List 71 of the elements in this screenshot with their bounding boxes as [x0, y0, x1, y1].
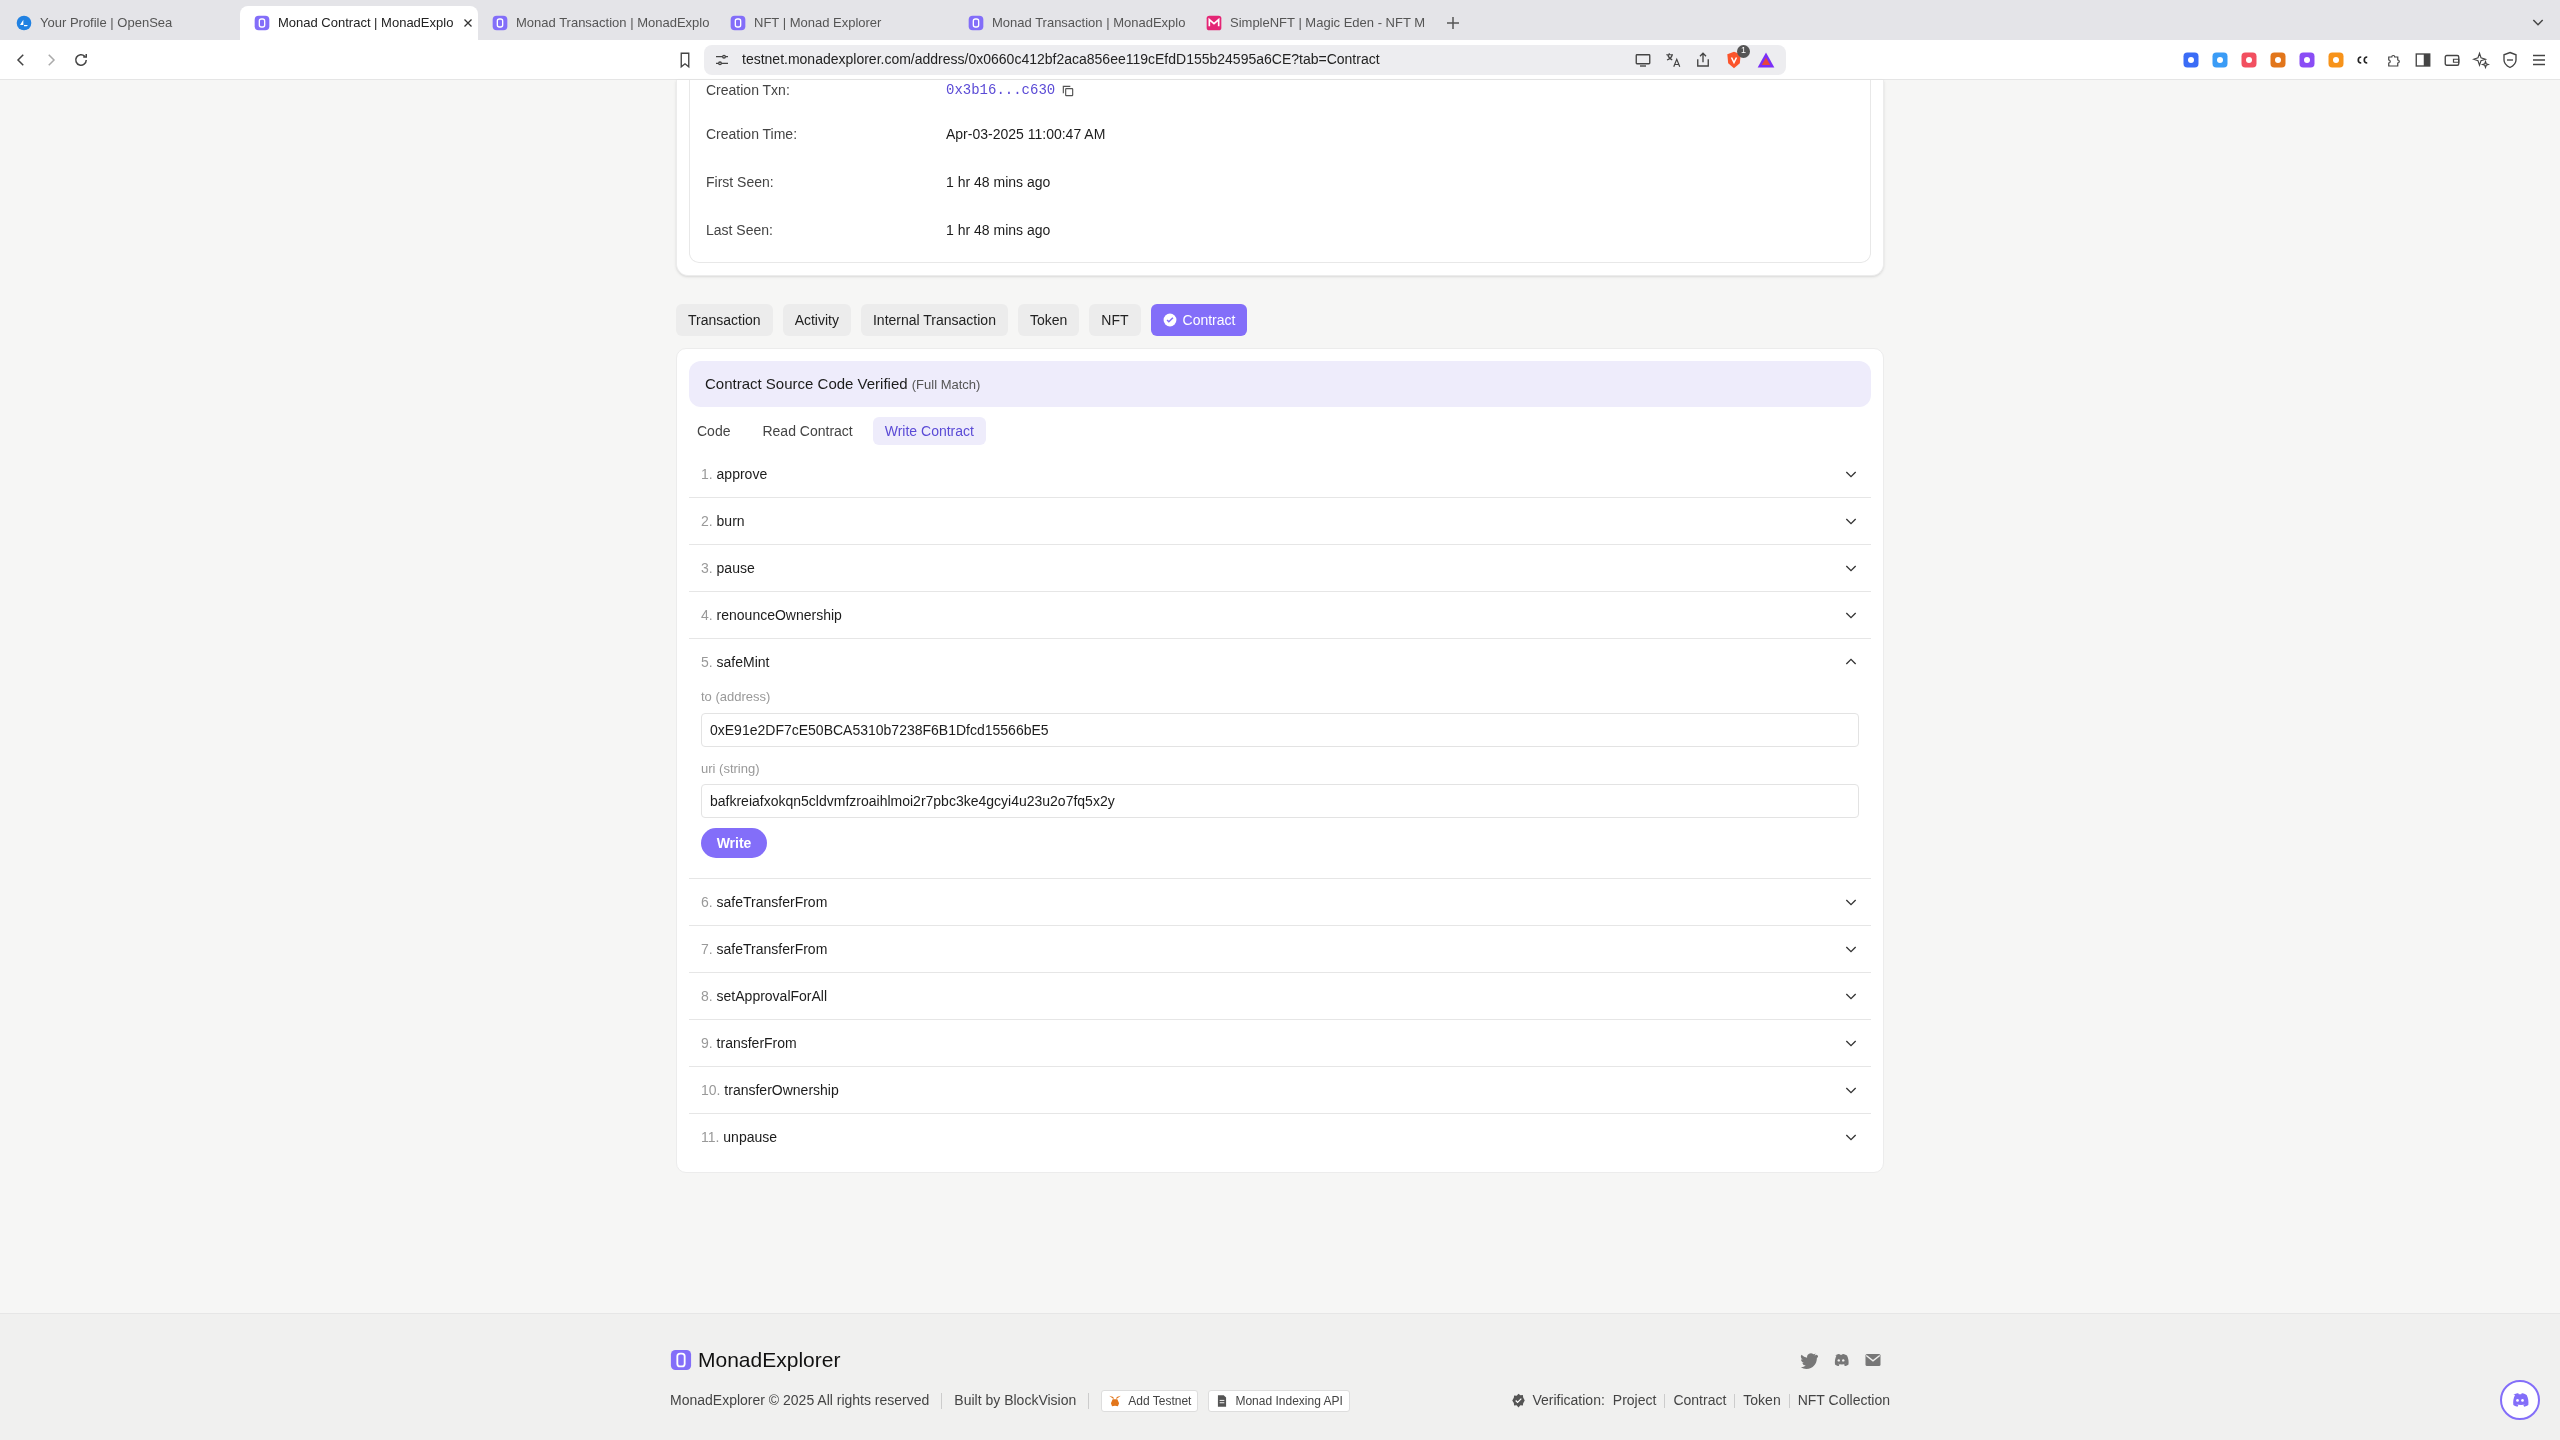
contract-subtab[interactable]: Write Contract: [872, 417, 986, 445]
vpn-shield-icon[interactable]: [2501, 50, 2519, 69]
input-label: uri (string): [701, 759, 761, 778]
input-field[interactable]: 0xE91e2DF7cE50BCA5310b7238F6B1Dfcd15566bE5: [701, 712, 1859, 747]
shield-count-badge: 1: [1737, 44, 1750, 58]
copy-icon[interactable]: [1061, 83, 1076, 98]
detail-label: Creation Time:: [706, 124, 799, 144]
share-icon[interactable]: [1694, 50, 1712, 69]
sidebar-icon[interactable]: [2414, 50, 2432, 69]
new-tab-icon[interactable]: [1444, 14, 1462, 32]
function-row[interactable]: 9. transferFrom: [689, 1020, 1871, 1066]
tab-favicon-icon: [968, 15, 984, 31]
page-tab[interactable]: Internal Transaction: [860, 304, 1008, 336]
function-row[interactable]: 6. safeTransferFrom: [689, 879, 1871, 925]
tab-favicon-icon: [16, 15, 32, 31]
verification-link[interactable]: Contract: [1673, 1390, 1727, 1411]
verification-link[interactable]: Project: [1612, 1390, 1657, 1411]
function-row[interactable]: 4. renounceOwnership: [689, 592, 1871, 638]
function-row[interactable]: 8. setApprovalForAll: [689, 973, 1871, 1019]
function-row[interactable]: 7. safeTransferFrom: [689, 926, 1871, 972]
indexing-api-button[interactable]: Monad Indexing API: [1208, 1389, 1350, 1412]
function-row[interactable]: 11. unpause: [689, 1114, 1871, 1160]
detail-label: Creation Txn:: [706, 81, 791, 100]
copyright-text: MonadExplorer © 2025 All rights reserved: [670, 1391, 930, 1410]
verified-title: Contract Source Code Verified (Full Match): [705, 373, 981, 394]
page-tab[interactable]: NFT: [1089, 304, 1141, 336]
check-circle-icon: [1162, 313, 1177, 327]
function-row[interactable]: 2. burn: [689, 498, 1871, 544]
function-row[interactable]: 1. approve: [689, 451, 1871, 497]
page-tab[interactable]: Transaction: [676, 304, 773, 336]
discord-icon: [2510, 1390, 2530, 1410]
browser-tab[interactable]: Your Profile | OpenSea: [2, 6, 240, 40]
browser-tab[interactable]: NFT | Monad Explorer: [716, 6, 954, 40]
browser-tab[interactable]: Monad Contract | MonadExplo: [240, 6, 478, 40]
browser-tab[interactable]: SimpleNFT | Magic Eden - NFT M: [1192, 6, 1430, 40]
chat-button[interactable]: [2500, 1380, 2540, 1420]
built-by-text: Built by BlockVision: [954, 1391, 1077, 1410]
detail-value: 1 hr 48 mins ago: [946, 172, 1051, 192]
page-tab[interactable]: Activity: [782, 304, 851, 336]
page-tab[interactable]: Token: [1017, 304, 1080, 336]
detail-value: Apr-03-2025 11:00:47 AM: [946, 124, 1106, 144]
add-testnet-button[interactable]: Add Testnet: [1101, 1389, 1199, 1412]
contract-subtab[interactable]: Read Contract: [750, 417, 865, 445]
tab-favicon-icon: [254, 15, 270, 31]
transaction-hash-link[interactable]: 0x3b16...c630: [946, 80, 1056, 101]
function-row[interactable]: 5. safeMint: [689, 639, 1871, 685]
address-bar-url[interactable]: testnet.monadexplorer.com/address/0x0660c412bf2aca856ee119cEfdD155b24595a6CE?tab=Contract: [742, 49, 1380, 70]
verification-link[interactable]: Token: [1743, 1390, 1781, 1411]
detail-label: Last Seen:: [706, 220, 774, 240]
page-tab[interactable]: Contract: [1150, 304, 1248, 336]
input-field[interactable]: bafkreiafxokqn5cldvmfzroaihlmoi2r7pbc3ke4gcyi4u23u2o7fq5x2y: [701, 784, 1859, 818]
tab-favicon-icon: [492, 15, 508, 31]
logo-icon[interactable]: [670, 1348, 692, 1371]
verification-link[interactable]: NFT Collection: [1797, 1390, 1890, 1411]
verification-label: Verification:: [1532, 1391, 1605, 1410]
function-row[interactable]: 3. pause: [689, 545, 1871, 591]
twitter-icon[interactable]: [1800, 1350, 1818, 1369]
sparkle-icon[interactable]: [2472, 50, 2490, 69]
function-row[interactable]: 10. transferOwnership: [689, 1067, 1871, 1113]
write-button[interactable]: Write: [701, 828, 767, 858]
tab-favicon-icon: [1206, 15, 1222, 31]
tab-favicon-icon: [730, 15, 746, 31]
detail-label: First Seen:: [706, 172, 775, 192]
translate-icon[interactable]: [1664, 50, 1682, 69]
browser-tab[interactable]: Monad Transaction | MonadExplo: [954, 6, 1192, 40]
contract-subtab[interactable]: Code: [685, 417, 743, 445]
browser-tab[interactable]: Monad Transaction | MonadExplo: [478, 6, 716, 40]
brand-name[interactable]: MonadExplorer: [698, 1344, 841, 1376]
input-label: to (address): [701, 688, 772, 706]
detail-value: 1 hr 48 mins ago: [946, 220, 1051, 240]
verified-badge-icon: [1511, 1393, 1527, 1408]
